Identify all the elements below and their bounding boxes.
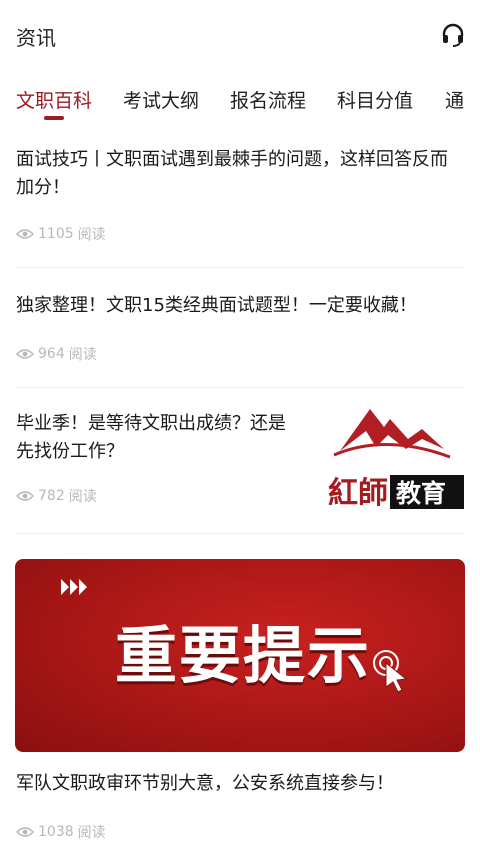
eye-icon <box>16 827 34 837</box>
divider <box>16 533 464 534</box>
tab-kaoshi-dagang[interactable]: 考试大纲 <box>123 86 199 113</box>
tab-tong[interactable]: 通 <box>445 86 464 113</box>
eye-icon <box>16 349 34 359</box>
svg-text:紅師: 紅師 <box>328 476 388 509</box>
headset-icon[interactable] <box>440 22 466 48</box>
header: 资讯 <box>0 0 480 72</box>
fast-forward-icon <box>61 579 87 595</box>
article-item[interactable]: 毕业季！是等待文职出成绩？还是先找份工作？ 782 阅读 <box>16 410 296 510</box>
banner-headline: 重要提示 <box>115 619 372 692</box>
tab-baoming-liucheng[interactable]: 报名流程 <box>230 86 306 113</box>
view-label: 阅读 <box>77 227 106 243</box>
hongshi-education-logo: 紅師 教育 <box>328 409 464 509</box>
article-meta: 1105 阅读 <box>16 224 106 244</box>
eye-icon <box>16 229 34 239</box>
article-item[interactable]: 军队文职政审环节别大意，公安系统直接参与！ 1038 阅读 <box>16 770 464 850</box>
article-meta: 1038 阅读 <box>16 822 106 842</box>
view-label: 阅读 <box>68 489 97 505</box>
article-meta: 964 阅读 <box>16 344 97 364</box>
svg-text:教育: 教育 <box>396 479 446 508</box>
category-tabs: 文职百科 考试大纲 报名流程 科目分值 通 <box>0 80 480 122</box>
view-count: 964 <box>38 346 65 362</box>
article-title: 独家整理！文职15类经典面试题型！一定要收藏！ <box>16 295 417 316</box>
view-count: 1105 <box>38 226 74 242</box>
divider <box>16 267 464 268</box>
article-item[interactable]: 面试技巧丨文职面试遇到最棘手的问题，这样回答反而加分！ 1105 阅读 <box>16 146 464 256</box>
view-count: 1038 <box>38 824 74 840</box>
article-banner[interactable]: 重要提示 <box>15 559 465 752</box>
click-cursor-icon <box>373 650 408 693</box>
view-label: 阅读 <box>77 825 106 841</box>
article-meta: 782 阅读 <box>16 486 97 506</box>
tab-wenzhi-baike[interactable]: 文职百科 <box>16 86 92 113</box>
eye-icon <box>16 491 34 501</box>
divider <box>16 387 464 388</box>
active-tab-indicator <box>44 116 64 120</box>
view-count: 782 <box>38 488 65 504</box>
article-title: 毕业季！是等待文职出成绩？还是先找份工作？ <box>16 413 286 462</box>
view-label: 阅读 <box>68 347 97 363</box>
page-title: 资讯 <box>16 26 56 50</box>
article-title: 军队文职政审环节别大意，公安系统直接参与！ <box>16 773 394 794</box>
tab-kemu-fenzhi[interactable]: 科目分值 <box>337 86 413 113</box>
article-title: 面试技巧丨文职面试遇到最棘手的问题，这样回答反而加分！ <box>16 149 448 198</box>
article-item[interactable]: 独家整理！文职15类经典面试题型！一定要收藏！ 964 阅读 <box>16 292 464 372</box>
